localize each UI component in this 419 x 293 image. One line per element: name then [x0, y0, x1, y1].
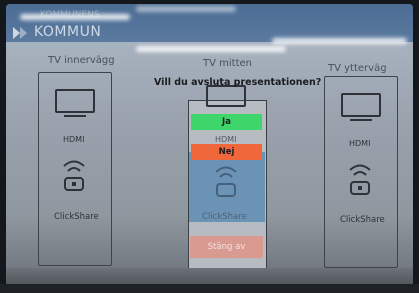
hdmi-label-center: HDMI [215, 135, 237, 144]
clickshare-label-left: ClickShare [54, 212, 99, 222]
glare [136, 46, 286, 52]
column-title-left: TV innervägg [48, 55, 115, 66]
clickshare-icon [349, 164, 371, 195]
yes-button[interactable]: Ja [191, 114, 262, 130]
turn-off-button[interactable]: Stäng av [190, 236, 263, 258]
dialog-question: Vill du avsluta presentationen? [154, 77, 322, 88]
clickshare-label-right: ClickShare [340, 215, 385, 225]
clickshare-icon [215, 166, 237, 197]
monitor-bezel [0, 284, 419, 293]
monitor-icon [55, 89, 95, 117]
column-title-center: TV mitten [203, 58, 252, 69]
glare [20, 14, 130, 20]
column-title-right: TV ytterväg [328, 63, 387, 74]
hdmi-label-left: HDMI [63, 135, 85, 144]
brand-name: KOMMUN [34, 24, 102, 40]
hdmi-label-right: HDMI [349, 139, 371, 148]
kommun-logo-icon [13, 27, 27, 39]
clickshare-icon [63, 160, 85, 191]
monitor-icon [206, 85, 246, 107]
glare [136, 6, 236, 12]
clickshare-label-center: ClickShare [202, 212, 247, 222]
no-button[interactable]: Nej [191, 144, 262, 160]
monitor-icon [341, 93, 381, 121]
glare [272, 38, 407, 44]
display-screen: KOMMUNENS KOMMUN TV innervägg TV mitten … [6, 4, 413, 286]
